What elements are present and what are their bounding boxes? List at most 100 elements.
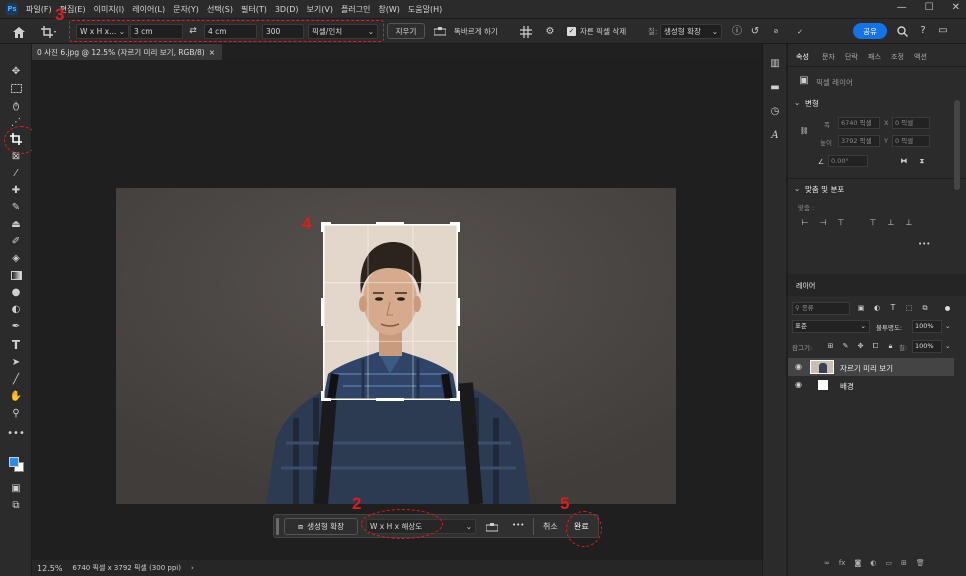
angle-field[interactable]: 0.00° bbox=[828, 155, 868, 167]
character-icon[interactable]: A bbox=[769, 130, 781, 142]
more-options-icon[interactable]: ••• bbox=[512, 521, 524, 529]
lock-all-icon[interactable]: 🔒︎ bbox=[886, 341, 895, 350]
new-layer-icon[interactable]: ⊞ bbox=[901, 559, 907, 571]
tab-character[interactable]: 문자 bbox=[822, 52, 835, 62]
gradient-tool-icon[interactable] bbox=[8, 268, 24, 282]
crop-handle-bl-v[interactable] bbox=[321, 391, 324, 401]
maximize-button[interactable]: ☐ bbox=[925, 2, 934, 13]
crop-tool-preset-icon[interactable] bbox=[40, 25, 58, 39]
filter-pixel-icon[interactable]: ▣ bbox=[856, 303, 866, 313]
lock-artboard-icon[interactable]: ⧠ bbox=[871, 341, 880, 350]
layers-title[interactable]: 레이어 bbox=[796, 281, 815, 291]
group-icon[interactable]: ▭ bbox=[885, 559, 892, 571]
brush-tool-icon[interactable]: ✎ bbox=[8, 200, 24, 214]
chevron-down-icon[interactable]: ⌄ bbox=[945, 342, 950, 350]
eye-icon[interactable]: ◉ bbox=[795, 380, 802, 389]
align-middle-icon[interactable]: ⊥ bbox=[886, 218, 896, 228]
menu-3d[interactable]: 3D(D) bbox=[275, 5, 299, 14]
tab-actions[interactable]: 액션 bbox=[914, 52, 927, 62]
align-bottom-icon[interactable]: ⊥ bbox=[904, 218, 914, 228]
filter-shape-icon[interactable]: ⬚ bbox=[904, 303, 914, 313]
screen-mode-icon[interactable]: ⧉ bbox=[8, 498, 24, 512]
lock-transparent-icon[interactable]: ⊞ bbox=[826, 341, 835, 350]
y-field[interactable]: 0 픽셀 bbox=[892, 135, 930, 147]
layer-row-background[interactable]: ◉ 배경 bbox=[788, 376, 954, 394]
chevron-down-icon[interactable]: ⌄ bbox=[794, 98, 800, 107]
zoom-tool-icon[interactable]: ⚲ bbox=[8, 406, 24, 420]
commit-icon[interactable]: ✓ bbox=[793, 26, 807, 38]
clear-button[interactable]: 지우기 bbox=[387, 23, 425, 39]
path-selection-icon[interactable]: ➤ bbox=[8, 355, 24, 369]
marquee-tool-icon[interactable] bbox=[8, 81, 24, 95]
lock-image-icon[interactable]: ✎ bbox=[841, 341, 850, 350]
search-icon[interactable] bbox=[896, 25, 908, 37]
foreground-color-swatch[interactable] bbox=[9, 457, 19, 467]
workspace-icon[interactable]: ▭ bbox=[937, 25, 949, 37]
crop-handle-br-v[interactable] bbox=[457, 391, 460, 401]
dodge-tool-icon[interactable]: ◐ bbox=[8, 302, 24, 316]
generative-expand-button[interactable]: ⧈ 생성형 확장 bbox=[284, 518, 358, 535]
crop-handle-bottom[interactable] bbox=[376, 398, 404, 401]
crop-handle-tl-v[interactable] bbox=[321, 222, 324, 232]
align-top-icon[interactable]: ⊤ bbox=[868, 218, 878, 228]
tab-properties[interactable]: 속성 bbox=[796, 52, 809, 62]
document-tab[interactable]: 0 사진 6.jpg @ 12.5% (자르기 미리 보기, RGB/8) × bbox=[32, 44, 222, 60]
pen-tool-icon[interactable]: ✒ bbox=[8, 319, 24, 333]
link-layers-icon[interactable]: ∞ bbox=[824, 559, 830, 571]
more-align-icon[interactable]: ••• bbox=[918, 240, 930, 248]
menu-image[interactable]: 이미지(I) bbox=[94, 4, 125, 15]
line-tool-icon[interactable]: ╱ bbox=[8, 372, 24, 386]
minimize-button[interactable]: — bbox=[897, 2, 907, 13]
add-mask-icon[interactable]: ◙ bbox=[854, 559, 861, 571]
filter-adjustment-icon[interactable]: ◐ bbox=[872, 303, 882, 313]
flip-horizontal-icon[interactable]: ⧓ bbox=[898, 156, 910, 166]
more-tools-icon[interactable]: ••• bbox=[7, 426, 25, 440]
crop-handle-right[interactable] bbox=[457, 298, 460, 326]
straighten-icon[interactable] bbox=[433, 26, 447, 36]
align-center-h-icon[interactable]: ⊣ bbox=[818, 218, 828, 228]
quick-mask-icon[interactable]: ▣ bbox=[8, 481, 24, 495]
opacity-field[interactable]: 100% bbox=[912, 320, 942, 333]
chevron-down-icon[interactable]: ⌄ bbox=[794, 184, 800, 193]
straighten-icon[interactable] bbox=[485, 522, 499, 532]
crop-handle-tr-v[interactable] bbox=[457, 222, 460, 232]
clone-stamp-icon[interactable]: ⏏ bbox=[8, 217, 24, 231]
type-tool-icon[interactable]: T bbox=[8, 338, 24, 352]
layer-filter-select[interactable]: ⚲ 종류 bbox=[792, 302, 850, 315]
menu-view[interactable]: 보기(V) bbox=[307, 4, 333, 15]
flip-vertical-icon[interactable]: ⧗ bbox=[916, 156, 928, 166]
menu-layer[interactable]: 레이어(L) bbox=[132, 4, 165, 15]
fill-field[interactable]: 100% bbox=[912, 340, 942, 353]
align-left-icon[interactable]: ⊢ bbox=[800, 218, 810, 228]
eraser-tool-icon[interactable]: ◈ bbox=[8, 251, 24, 265]
delete-cropped-checkbox[interactable]: ✓ bbox=[567, 27, 576, 36]
menu-help[interactable]: 도움말(H) bbox=[408, 4, 442, 15]
info-icon[interactable]: ⓘ bbox=[731, 26, 743, 38]
hand-tool-icon[interactable]: ✋ bbox=[8, 389, 24, 403]
trash-icon[interactable]: 🗑︎ bbox=[916, 559, 925, 571]
gear-icon[interactable]: ⚙ bbox=[543, 25, 557, 39]
fill-select[interactable]: 생성형 확장 ⌄ bbox=[660, 24, 722, 39]
eye-icon[interactable]: ◉ bbox=[795, 362, 802, 371]
status-arrow-icon[interactable]: › bbox=[191, 564, 194, 572]
x-field[interactable]: 0 픽셀 bbox=[892, 117, 930, 129]
grid-overlay-icon[interactable] bbox=[519, 25, 533, 39]
crop-handle-left[interactable] bbox=[321, 298, 324, 326]
menu-select[interactable]: 선택(S) bbox=[207, 4, 233, 15]
share-button[interactable]: 공유 bbox=[853, 23, 887, 39]
tab-adjustments[interactable]: 조정 bbox=[891, 52, 904, 62]
cancel-button[interactable]: 취소 bbox=[543, 521, 558, 532]
comments-icon[interactable]: ▬ bbox=[769, 82, 781, 94]
link-icon[interactable]: ⛓ bbox=[800, 126, 809, 136]
align-right-icon[interactable]: ⊤ bbox=[836, 218, 846, 228]
lasso-tool-icon[interactable]: ტ bbox=[8, 98, 24, 112]
menu-filter[interactable]: 필터(T) bbox=[241, 4, 267, 15]
zoom-level[interactable]: 12.5% bbox=[37, 564, 62, 573]
drag-handle[interactable] bbox=[276, 518, 279, 535]
menu-file[interactable]: 파일(F) bbox=[26, 4, 52, 15]
reset-icon[interactable]: ↺ bbox=[749, 26, 761, 38]
tab-close-icon[interactable]: × bbox=[209, 48, 215, 57]
close-button[interactable]: ✕ bbox=[952, 2, 960, 13]
home-icon[interactable] bbox=[12, 26, 26, 38]
move-tool-icon[interactable]: ✥ bbox=[8, 64, 24, 78]
